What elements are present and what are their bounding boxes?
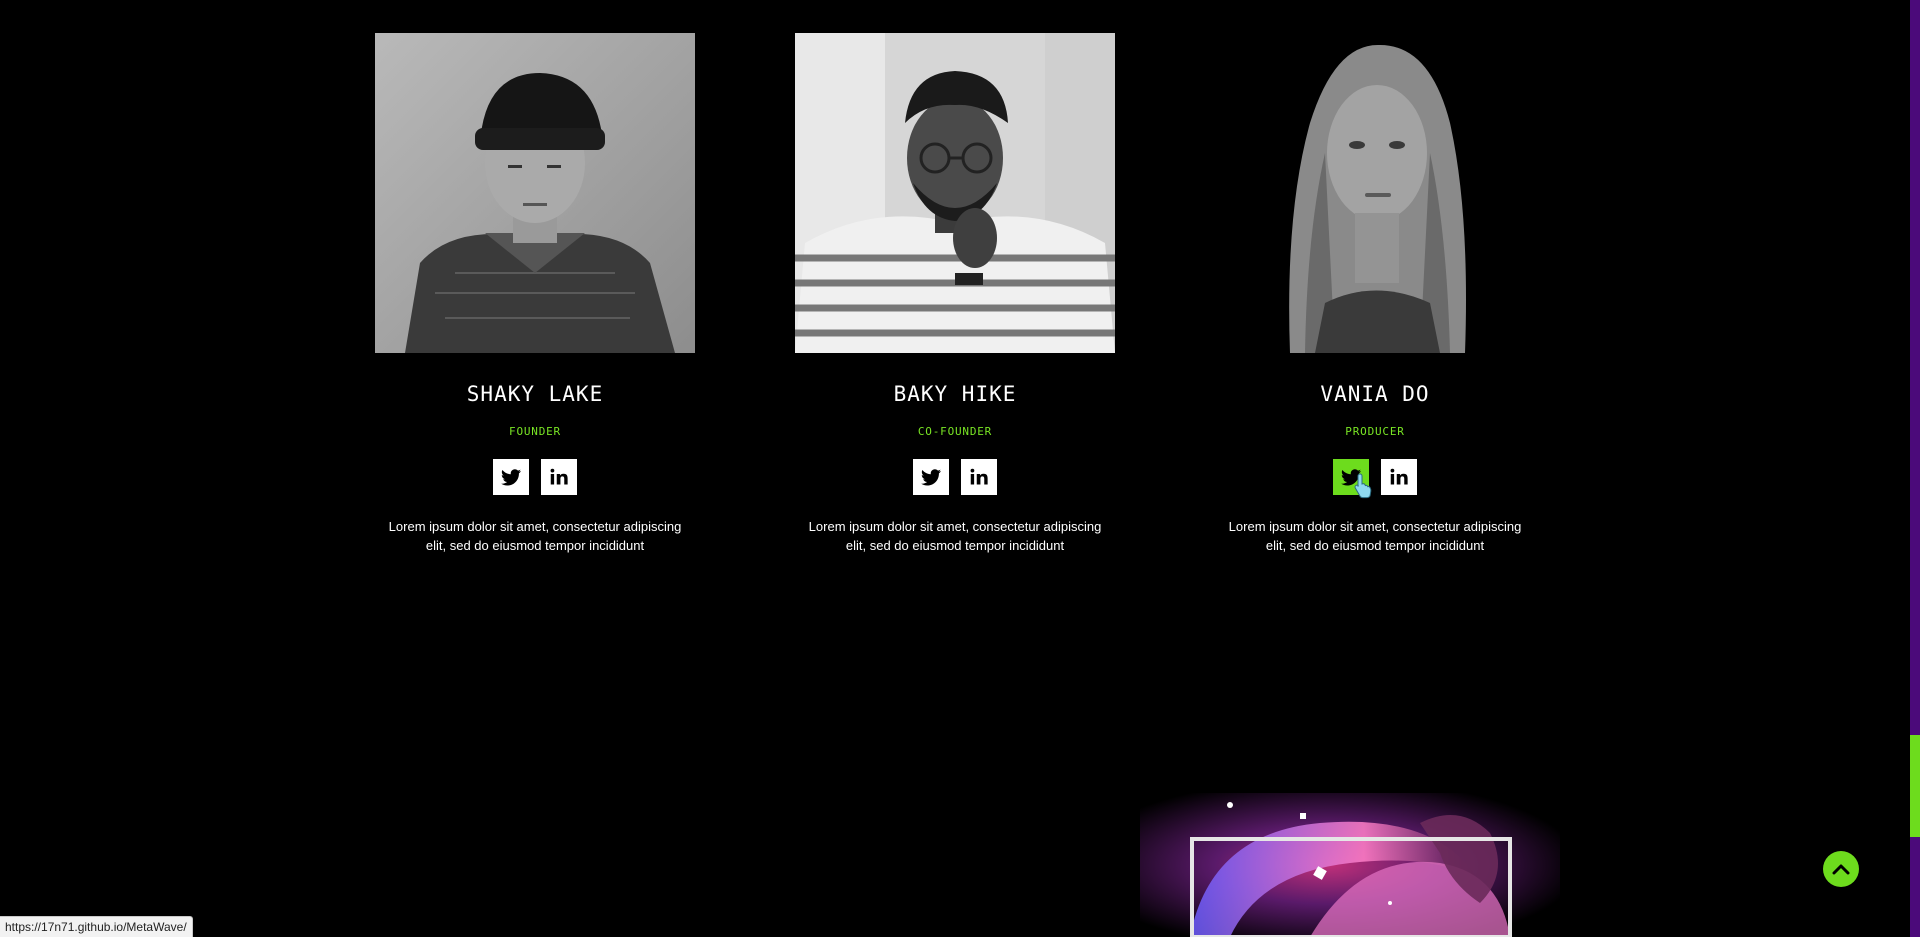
linkedin-icon — [1390, 468, 1408, 485]
member-role: PRODUCER — [1345, 425, 1405, 438]
chevron-up-icon — [1832, 864, 1850, 875]
member-photo — [375, 33, 695, 353]
member-name: VANIA DO — [1320, 382, 1430, 406]
member-photo — [795, 33, 1115, 353]
social-links — [1215, 459, 1535, 499]
team-card-baky-hike: BAKY HIKE CO-FOUNDER Lorem ipsum dolor s… — [795, 33, 1115, 555]
twitter-icon — [1341, 468, 1361, 485]
hero-artwork — [1060, 793, 1640, 937]
linkedin-button[interactable] — [1381, 459, 1417, 495]
twitter-button[interactable] — [913, 459, 949, 495]
team-card-vania-do: VANIA DO PRODUCER Lorem ipsum dolor sit … — [1215, 33, 1535, 555]
twitter-button[interactable] — [493, 459, 529, 495]
status-bar-url: https://17n71.github.io/MetaWave/ — [0, 916, 193, 937]
page: SHAKY LAKE FOUNDER Lorem ipsum dolor sit… — [0, 0, 1920, 937]
social-links — [375, 459, 695, 495]
linkedin-button[interactable] — [961, 459, 997, 495]
member-photo — [1215, 33, 1535, 353]
scrollbar-thumb[interactable] — [1910, 735, 1920, 837]
page-scrollbar[interactable] — [1910, 0, 1920, 937]
member-description: Lorem ipsum dolor sit amet, consectetur … — [1228, 519, 1522, 553]
team-section: SHAKY LAKE FOUNDER Lorem ipsum dolor sit… — [375, 33, 1535, 573]
twitter-icon — [921, 468, 941, 485]
twitter-icon — [501, 468, 521, 485]
linkedin-button[interactable] — [541, 459, 577, 495]
team-card-shaky-lake: SHAKY LAKE FOUNDER Lorem ipsum dolor sit… — [375, 33, 695, 555]
back-to-top-button[interactable] — [1823, 851, 1859, 887]
member-role: CO-FOUNDER — [917, 425, 993, 438]
social-links — [795, 459, 1115, 495]
linkedin-icon — [970, 468, 988, 485]
member-role: FOUNDER — [509, 425, 561, 438]
member-name: SHAKY LAKE — [466, 382, 604, 406]
linkedin-icon — [550, 468, 568, 485]
twitter-button[interactable] — [1333, 459, 1372, 499]
member-name: BAKY HIKE — [893, 382, 1017, 406]
member-description: Lorem ipsum dolor sit amet, consectetur … — [808, 519, 1102, 553]
member-description: Lorem ipsum dolor sit amet, consectetur … — [388, 519, 682, 553]
